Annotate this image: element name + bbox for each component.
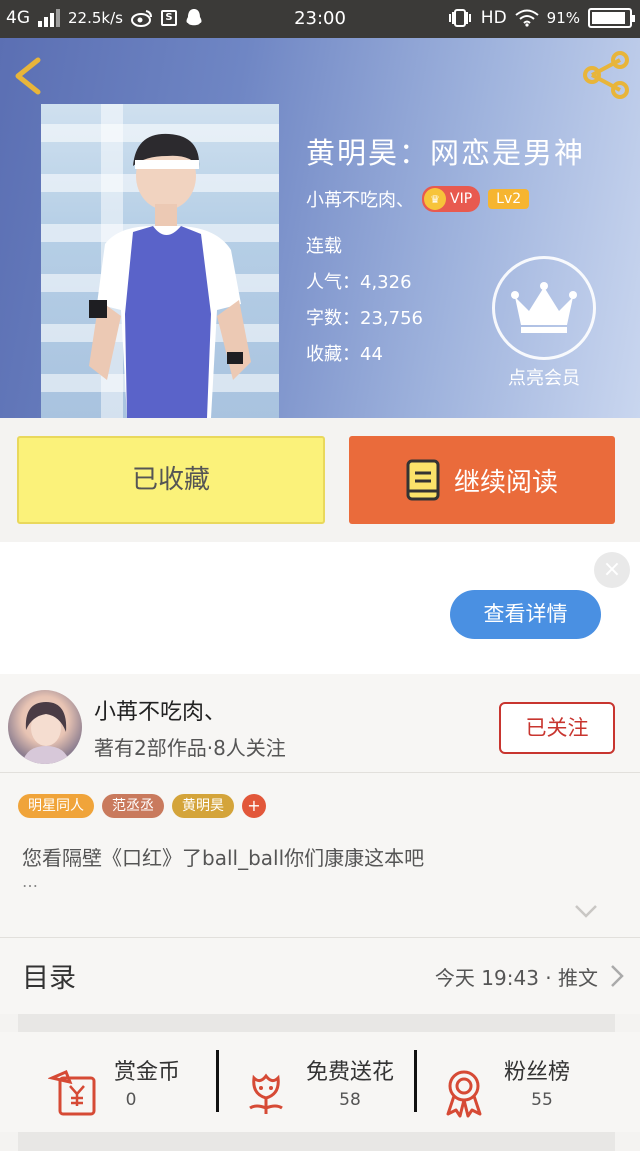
favorites-row: 收藏：44 (306, 340, 383, 366)
author-card: 小苒不吃肉、 著有2部作品·8人关注 已关注 明星同人 范丞丞 黄明昊 + 您看… (0, 674, 640, 938)
reward-coins-value: 0 (125, 1090, 137, 1110)
word-count-label: 字数： (306, 308, 360, 329)
book-icon (406, 459, 440, 501)
battery-fill (592, 12, 625, 24)
add-tag-button[interactable]: + (242, 794, 266, 818)
popularity-value: 4,326 (360, 272, 412, 293)
free-flower-label: 免费送花 (306, 1060, 395, 1085)
author-stats: 著有2部作品·8人关注 (94, 736, 286, 760)
battery-percent: 91% (546, 9, 580, 27)
novel-detail-page: { "status_bar": { "network": "4G", "spee… (0, 0, 640, 1151)
book-status: 连载 (306, 236, 342, 257)
reward-coins-item[interactable]: 赏金币 0 (28, 1046, 228, 1126)
intro-ellipsis: … (22, 872, 38, 891)
toc-title: 目录 (22, 963, 76, 994)
popularity-label: 人气： (306, 272, 360, 293)
reward-coins-label: 赏金币 (114, 1060, 181, 1085)
level-badge: Lv2 (488, 189, 530, 209)
collected-button[interactable]: 已收藏 (17, 436, 325, 524)
toc-latest-update: 今天 19:43 · 推文 (434, 966, 598, 990)
section-gap (18, 1014, 615, 1032)
divider (414, 1050, 417, 1112)
word-count-value: 23,756 (360, 308, 423, 329)
vip-badge: ♛ VIP (422, 186, 481, 212)
tag-item[interactable]: 明星同人 (18, 794, 94, 818)
word-count-row: 字数：23,756 (306, 304, 423, 330)
cover-figure (89, 133, 251, 418)
crown-icon (511, 282, 577, 333)
continue-reading-button[interactable]: 继续阅读 (349, 436, 615, 524)
flower-icon (249, 1073, 283, 1114)
member-label[interactable]: 点亮会员 (484, 364, 604, 390)
divider (216, 1050, 219, 1112)
tag-item[interactable]: 黄明昊 (172, 794, 234, 818)
fan-ranking-label: 粉丝榜 (504, 1060, 571, 1085)
vibrate-icon (448, 9, 471, 27)
author-line: 小苒不吃肉、 ♛ VIP Lv2 (306, 186, 530, 212)
vip-label: VIP (450, 191, 473, 207)
tag-list: 明星同人 范丞丞 黄明昊 + (18, 794, 266, 818)
action-bar: 已收藏 继续阅读 (0, 418, 640, 542)
ad-close-icon[interactable]: × (594, 552, 630, 588)
continue-reading-label: 继续阅读 (453, 467, 558, 498)
reward-stats: 赏金币 0 免费送花 58 粉丝榜 55 (0, 1032, 640, 1132)
fan-ranking-value: 55 (531, 1090, 553, 1110)
chevron-down-icon[interactable] (574, 904, 598, 918)
free-flower-value: 58 (339, 1090, 361, 1110)
table-of-contents-row[interactable]: 目录 今天 19:43 · 推文 (0, 938, 640, 1014)
author-avatar[interactable] (8, 690, 82, 764)
view-details-button[interactable]: 查看详情 (450, 590, 601, 639)
hd-label: HD (480, 8, 507, 28)
share-icon[interactable] (580, 50, 632, 100)
avatar-portrait (22, 702, 70, 764)
back-chevron-icon[interactable] (10, 56, 46, 96)
wifi-icon (515, 9, 539, 27)
favorites-label: 收藏： (306, 344, 360, 365)
following-button[interactable]: 已关注 (499, 702, 615, 754)
chevron-right-icon (611, 965, 624, 987)
tag-item[interactable]: 范丞丞 (102, 794, 164, 818)
ribbon-medal-icon (446, 1070, 482, 1118)
popularity-row: 人气：4,326 (306, 268, 412, 294)
fan-ranking-item[interactable]: 粉丝榜 55 (418, 1046, 618, 1126)
favorites-value: 44 (360, 344, 383, 365)
red-envelope-icon (48, 1070, 96, 1116)
free-flower-item[interactable]: 免费送花 58 (220, 1046, 420, 1126)
crown-small-icon: ♛ (424, 188, 446, 210)
ad-area: × 查看详情 (0, 542, 640, 674)
status-bar: 4G 22.5k/s S 23:00 HD 91% (0, 0, 640, 38)
book-title: 黄明昊：网恋是男神 (306, 136, 586, 170)
member-crown-button[interactable] (492, 256, 596, 360)
author-name[interactable]: 小苒不吃肉、 (94, 694, 226, 726)
bottom-gap (18, 1132, 615, 1151)
battery-icon (588, 8, 635, 28)
book-header: 黄明昊：网恋是男神 小苒不吃肉、 ♛ VIP Lv2 连载 人气：4,326 字数… (0, 38, 640, 418)
divider (0, 772, 640, 773)
book-author[interactable]: 小苒不吃肉、 (306, 186, 414, 212)
book-cover-image[interactable] (41, 104, 279, 418)
book-intro: 您看隔壁《口红》了ball_ball你们康康这本吧 (22, 846, 425, 870)
